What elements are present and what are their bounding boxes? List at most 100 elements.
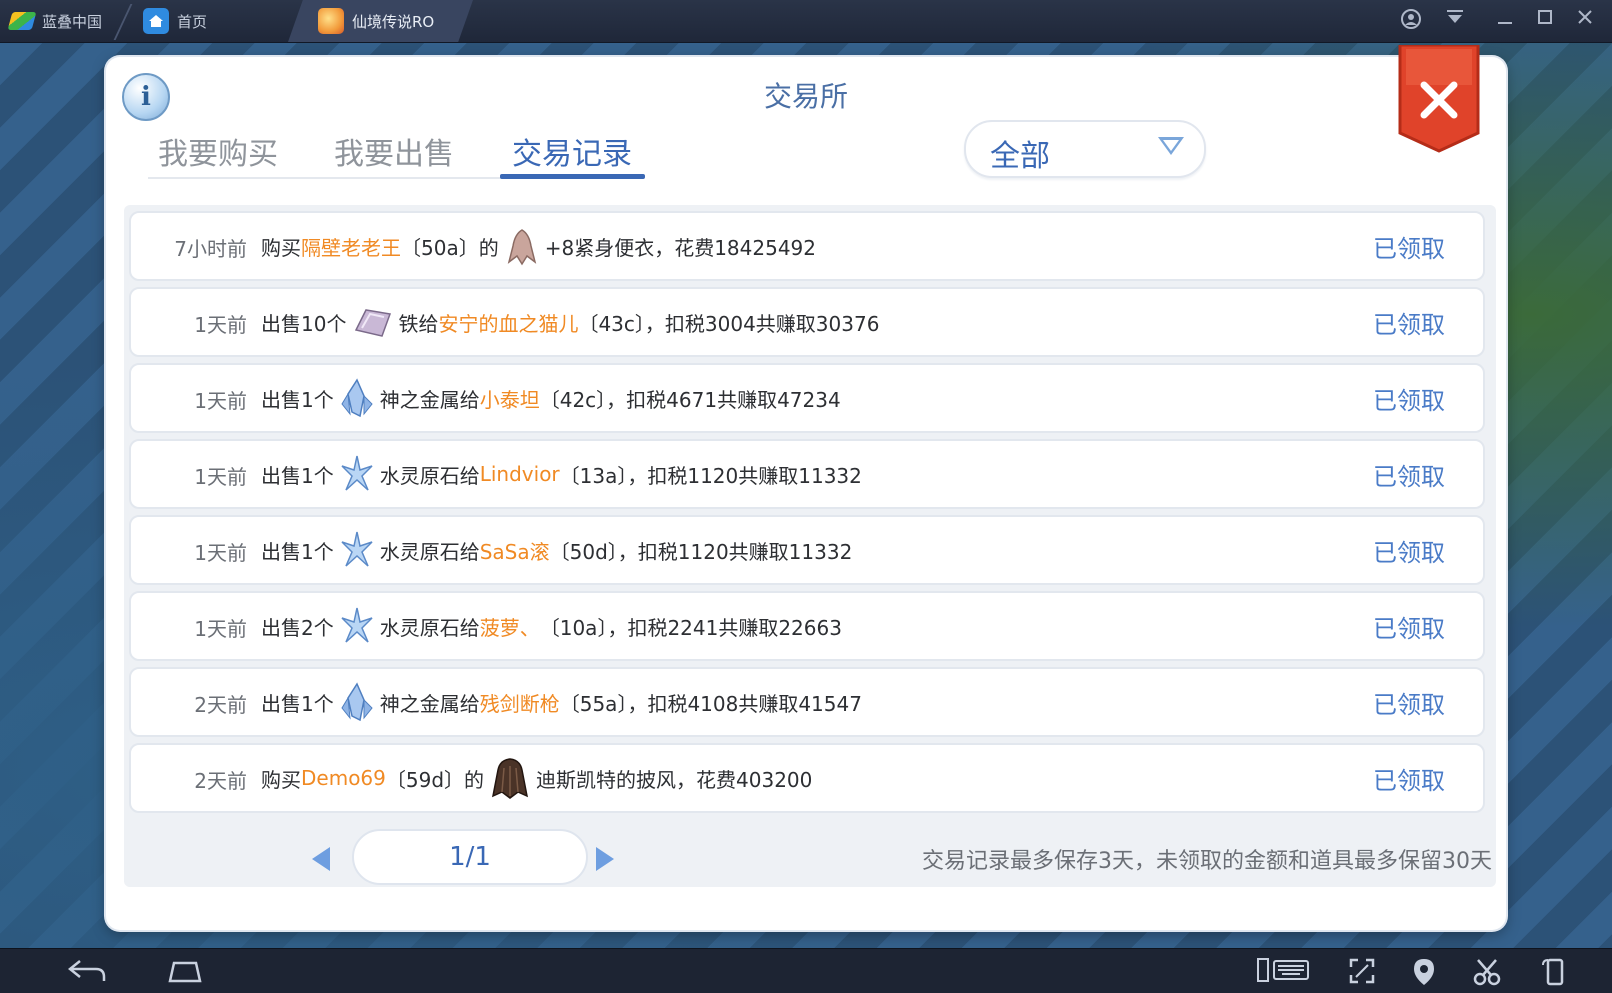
record-target-prefix: 水灵原石给 [379,539,480,564]
dropdown-menu-icon[interactable] [1442,8,1468,31]
tab-home-label: 首页 [177,12,208,31]
close-window-icon[interactable] [1572,8,1598,31]
record-text: 出售1个 水灵原石给 SaSa滚 〔50d〕，扣税1120共赚取11332 [261,517,852,583]
tab-buy[interactable]: 我要购买 [158,129,278,173]
record-time: 1天前 [194,465,247,489]
filter-selected: 全部 [990,139,1050,174]
player-name[interactable]: Lindvior [480,462,560,486]
player-name[interactable]: 隔壁老老王 [301,232,401,261]
record-action: 出售1个 [261,387,334,412]
player-name[interactable]: 菠萝、 [480,612,540,641]
maximize-icon[interactable] [1532,8,1558,31]
record-row: 1天前 出售1个 水灵原石给 SaSa滚 〔50d〕，扣税1120共赚取1133… [129,515,1485,585]
filter-dropdown[interactable]: 全部 [964,120,1206,178]
prev-page-button[interactable] [312,847,330,871]
record-action: 购买 [261,235,301,260]
minimize-icon[interactable] [1492,8,1518,31]
tab-game[interactable]: 仙境传说RO [318,0,434,42]
water-stone-icon [341,531,373,567]
exchange-dialog: i 交易所 我要购买 我要出售 交易记录 全部 7小时前 购买 隔壁老老王 〔5… [106,43,1506,930]
claimed-status[interactable]: 已领取 [1373,761,1445,796]
rotate-device-icon[interactable] [1540,957,1570,993]
close-dialog-button[interactable] [1396,43,1482,155]
record-row: 1天前 出售2个 水灵原石给 菠萝、 〔10a〕，扣税2241共赚取22663 … [129,591,1485,661]
claimed-status[interactable]: 已领取 [1373,381,1445,416]
cape-icon [492,758,529,799]
next-page-button[interactable] [596,847,614,871]
home-nav-icon[interactable] [166,957,204,991]
record-action: 出售1个 [261,539,334,564]
record-row: 1天前 出售10个 铁给 安宁的血之猫儿 〔43c〕，扣税3004共赚取3037… [129,287,1485,357]
record-text: 购买 隔壁老老王 〔50a〕的 +8紧身便衣，花费18425492 [261,213,816,279]
screenshot-scissors-icon[interactable] [1472,957,1502,993]
crystal-icon [341,378,373,418]
claimed-status[interactable]: 已领取 [1373,533,1445,568]
record-text: 出售1个 神之金属给 小泰坦 〔42c〕，扣税4671共赚取47234 [261,365,841,431]
record-level: 〔59d〕的 [385,767,485,792]
player-name[interactable]: 残剑断枪 [480,688,560,717]
record-level: 〔50a〕的 [401,235,499,260]
brand-label: 蓝叠中国 [42,12,103,31]
game-app-icon [318,8,344,34]
record-action: 出售2个 [261,615,334,640]
record-detail: 〔42c〕，扣税4671共赚取47234 [539,387,841,412]
chevron-down-icon [1158,137,1184,155]
page-indicator: 1/1 [352,829,588,885]
keyboard-icon[interactable] [1256,957,1312,991]
record-time: 1天前 [194,541,247,565]
claimed-status[interactable]: 已领取 [1373,457,1445,492]
record-text: 出售10个 铁给 安宁的血之猫儿 〔43c〕，扣税3004共赚取30376 [261,289,879,355]
record-time: 1天前 [194,313,247,337]
close-icon [1398,43,1480,153]
active-tab-indicator [500,174,645,179]
record-detail: 〔55a〕，扣税4108共赚取41547 [559,691,862,716]
claimed-status[interactable]: 已领取 [1373,305,1445,340]
record-row: 2天前 购买 Demo69 〔59d〕的 迪斯凯特的披风，花费403200 已领… [129,743,1485,813]
dialog-title: 交易所 [763,80,848,113]
record-time: 7小时前 [174,237,247,261]
location-icon[interactable] [1412,957,1436,993]
home-icon [143,8,169,34]
claimed-status[interactable]: 已领取 [1373,229,1445,264]
fullscreen-icon[interactable] [1348,957,1376,991]
emulator-brand[interactable]: 蓝叠中国 [7,0,103,42]
emulator-title-bar: 蓝叠中国 首页 仙境传说RO [0,0,1612,43]
record-row: 1天前 出售1个 神之金属给 小泰坦 〔42c〕，扣税4671共赚取47234 … [129,363,1485,433]
water-stone-icon [341,455,373,491]
record-row: 7小时前 购买 隔壁老老王 〔50a〕的 +8紧身便衣，花费18425492 已… [129,211,1485,281]
records-list: 7小时前 购买 隔壁老老王 〔50a〕的 +8紧身便衣，花费18425492 已… [124,205,1496,887]
record-action: 购买 [261,767,301,792]
record-text: 购买 Demo69 〔59d〕的 迪斯凯特的披风，花费403200 [261,745,812,811]
record-target-prefix: 水灵原石给 [379,615,480,640]
record-target-prefix: 神之金属给 [379,387,480,412]
account-icon[interactable] [1398,8,1424,35]
player-name[interactable]: 小泰坦 [480,384,540,413]
retention-note: 交易记录最多保存3天，未领取的金额和道具最多保留30天 [922,849,1492,874]
cloth-icon [507,229,536,266]
record-target-prefix: 铁给 [398,311,439,336]
tab-separator [113,4,133,40]
claimed-status[interactable]: 已领取 [1373,685,1445,720]
tab-home[interactable]: 首页 [143,0,207,42]
record-text: 出售2个 水灵原石给 菠萝、 〔10a〕，扣税2241共赚取22663 [261,593,842,659]
record-time: 2天前 [194,693,247,717]
record-action: 出售10个 [261,311,347,336]
record-action: 出售1个 [261,463,334,488]
bluestacks-logo-icon [7,12,37,30]
player-name[interactable]: 安宁的血之猫儿 [438,308,578,337]
tab-sell[interactable]: 我要出售 [334,129,454,173]
tab-records[interactable]: 交易记录 [512,129,632,173]
record-text: 出售1个 神之金属给 残剑断枪 〔55a〕，扣税4108共赚取41547 [261,669,862,735]
record-detail: 〔50d〕，扣税1120共赚取11332 [549,539,853,564]
record-row: 2天前 出售1个 神之金属给 残剑断枪 〔55a〕，扣税4108共赚取41547… [129,667,1485,737]
back-icon[interactable] [66,957,106,991]
record-text: 出售1个 水灵原石给 Lindvior 〔13a〕，扣税1120共赚取11332 [261,441,862,507]
claimed-status[interactable]: 已领取 [1373,609,1445,644]
record-action: 出售1个 [261,691,334,716]
tab-game-label: 仙境传说RO [352,12,435,31]
record-time: 1天前 [194,617,247,641]
emulator-bottom-bar [0,948,1612,993]
player-name[interactable]: Demo69 [301,766,386,790]
record-detail: 〔10a〕，扣税2241共赚取22663 [539,615,842,640]
player-name[interactable]: SaSa滚 [480,536,550,565]
